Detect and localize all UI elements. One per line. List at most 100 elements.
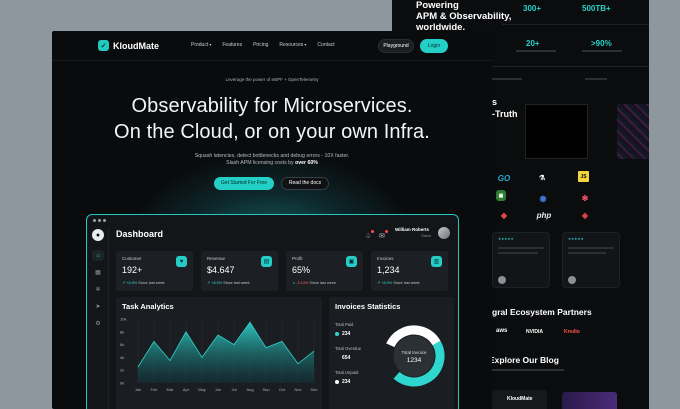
x-tick-label: Feb bbox=[151, 387, 159, 392]
avatar bbox=[568, 276, 576, 284]
stat-value: 300+ bbox=[523, 4, 542, 13]
stat-value: 500TB+ bbox=[582, 4, 611, 13]
kpi-label: Invoices bbox=[377, 256, 394, 261]
login-button[interactable]: Login bbox=[420, 39, 448, 53]
invoice-donut-chart[interactable] bbox=[379, 321, 449, 391]
blog-card-image: KloudMate bbox=[492, 390, 547, 409]
x-tick-label: Jun bbox=[215, 387, 221, 392]
subtitle-text: Slash APM licensing costs by bbox=[226, 160, 294, 166]
x-tick-label: Dec bbox=[310, 387, 317, 392]
document-icon: ▥ bbox=[431, 256, 442, 267]
x-tick-label: Mar bbox=[167, 387, 175, 392]
php-logo: php bbox=[536, 210, 552, 220]
dashboard-title: Dashboard bbox=[116, 229, 164, 239]
home-icon[interactable]: ⌂ bbox=[92, 250, 104, 261]
y-tick-label: 6k bbox=[120, 342, 124, 347]
testimonial-card: ★★★★★ bbox=[492, 232, 550, 288]
nav-features[interactable]: Features bbox=[222, 42, 242, 48]
bell-icon[interactable]: ♤ bbox=[365, 232, 371, 240]
nav-contact[interactable]: Contact bbox=[317, 42, 334, 48]
rating-stars: ★★★★★ bbox=[498, 237, 514, 241]
kpi-card-profit[interactable]: Profit 65% ▣ ↘ -3.14% Since last week bbox=[286, 251, 363, 291]
kpi-card-invoices[interactable]: Invoices 1,234 ▥ ↗ +8.5% Since last week bbox=[371, 251, 448, 291]
kpi-value: $4.647 bbox=[207, 265, 235, 275]
task-analytics-panel: Task Analytics 10k 8k 6k 4k 2k 0k Jan Feb Mar Apr… bbox=[116, 297, 322, 409]
kpi-delta: ↗ +8.5% Since last week bbox=[377, 280, 420, 285]
kpi-delta-value: +8.5% bbox=[126, 281, 138, 285]
donut-center-value: 1234 bbox=[406, 357, 422, 364]
hero-headline-line-2: On the Cloud, or on your own Infra. bbox=[114, 121, 430, 143]
landing-page: ✓ KloudMate Product Features Pricing Res… bbox=[52, 31, 492, 409]
kpi-value: 192+ bbox=[122, 265, 143, 275]
x-tick-label: Jan bbox=[135, 387, 141, 392]
window-controls bbox=[93, 219, 106, 222]
kpi-delta-value: +8.5% bbox=[381, 281, 393, 285]
nav-pricing[interactable]: Pricing bbox=[253, 42, 268, 48]
y-tick-label: 4k bbox=[120, 355, 124, 360]
grid-icon[interactable]: ▦ bbox=[92, 267, 104, 278]
react-logo: ✻ bbox=[581, 193, 589, 203]
donut-center-label: Total Invoice bbox=[401, 350, 427, 355]
kpi-delta-value: +8.5% bbox=[211, 281, 223, 285]
gear-icon[interactable]: ✲ bbox=[92, 284, 104, 295]
y-tick-label: 10k bbox=[120, 317, 126, 322]
mail-icon[interactable]: ✉ bbox=[379, 232, 385, 240]
testimonial-text-line bbox=[568, 247, 614, 249]
python-logo: ◉ bbox=[539, 193, 547, 203]
x-tick-label: Apr bbox=[183, 387, 190, 392]
y-tick-label: 8k bbox=[120, 329, 124, 334]
go-logo: GO bbox=[497, 173, 511, 183]
nav-product[interactable]: Product bbox=[191, 42, 211, 48]
send-icon[interactable]: ➤ bbox=[92, 301, 104, 312]
stat-caption bbox=[582, 50, 622, 52]
feature-caption bbox=[492, 78, 522, 80]
dashboard-window: ● ⌂ ▦ ✲ ➤ ⚙ Dashboard ♤ ✉ William Robert… bbox=[86, 214, 459, 409]
ruby-logo: ◆ bbox=[500, 210, 508, 220]
kpi-delta-note: Since last week bbox=[393, 281, 420, 285]
settings-icon[interactable]: ⚙ bbox=[92, 318, 104, 329]
series-area bbox=[138, 322, 314, 383]
notification-dot bbox=[385, 230, 388, 233]
blog-brand-label: KloudMate bbox=[507, 396, 533, 402]
brand-logo[interactable]: ✓ KloudMate bbox=[98, 40, 159, 51]
playground-button[interactable]: Playground bbox=[378, 39, 414, 53]
testimonial-text-line bbox=[568, 252, 606, 254]
nav-resources[interactable]: Resources bbox=[279, 42, 306, 48]
blog-subtitle bbox=[492, 369, 564, 371]
paid-swatch bbox=[335, 332, 339, 336]
task-analytics-chart[interactable]: 10k 8k 6k 4k 2k 0k Jan Feb Mar Apr May Jun Jul Aug Sep… bbox=[116, 311, 322, 409]
kpi-label: Customer bbox=[122, 256, 142, 261]
read-docs-button[interactable]: Read the docs bbox=[281, 177, 329, 190]
kpi-label: Revenue bbox=[207, 256, 226, 261]
hero-headline-line-1: Observability for Microservices. bbox=[131, 95, 413, 117]
js-logo: JS bbox=[578, 171, 589, 182]
avatar bbox=[498, 276, 506, 284]
kpi-delta: ↗ +8.5% Since last week bbox=[207, 280, 250, 285]
window-dot bbox=[103, 219, 106, 222]
blog-card-image bbox=[562, 392, 617, 409]
notification-dot bbox=[371, 230, 374, 233]
powering-line-1: Powering bbox=[416, 0, 459, 11]
user-name: William Roberts bbox=[395, 227, 429, 232]
avatar[interactable] bbox=[438, 227, 450, 239]
kpi-card-revenue[interactable]: Revenue $4.647 ▤ ↗ +8.5% Since last week bbox=[201, 251, 278, 291]
get-started-button[interactable]: Get Started For Free bbox=[214, 177, 274, 190]
kpi-card-customer[interactable]: Customer 192+ ♥ ↗ +8.5% Since last week bbox=[116, 251, 193, 291]
top-navigation: ✓ KloudMate Product Features Pricing Res… bbox=[52, 31, 492, 61]
unpaid-swatch bbox=[335, 380, 339, 384]
invoices-statistics-title: Invoices Statistics bbox=[335, 302, 401, 311]
x-tick-label: Oct bbox=[279, 387, 286, 392]
kpi-delta: ↘ -3.14% Since last week bbox=[292, 280, 336, 285]
total-overdue-value: 654 bbox=[335, 355, 350, 361]
kredio-logo: Kredio bbox=[564, 329, 580, 335]
feature-image bbox=[525, 104, 588, 159]
total-paid-label: Total Paid bbox=[335, 322, 354, 327]
total-paid-value: 234 bbox=[335, 331, 350, 337]
kpi-delta-note: Since last week bbox=[138, 281, 165, 285]
task-analytics-title: Task Analytics bbox=[122, 302, 174, 311]
kpi-label: Profit bbox=[292, 256, 303, 261]
heading-fragment: -Truth bbox=[492, 109, 518, 119]
x-tick-label: Jul bbox=[231, 387, 236, 392]
app-logo-icon: ● bbox=[92, 229, 104, 241]
total-overdue-label: Total Overdue bbox=[335, 346, 362, 351]
